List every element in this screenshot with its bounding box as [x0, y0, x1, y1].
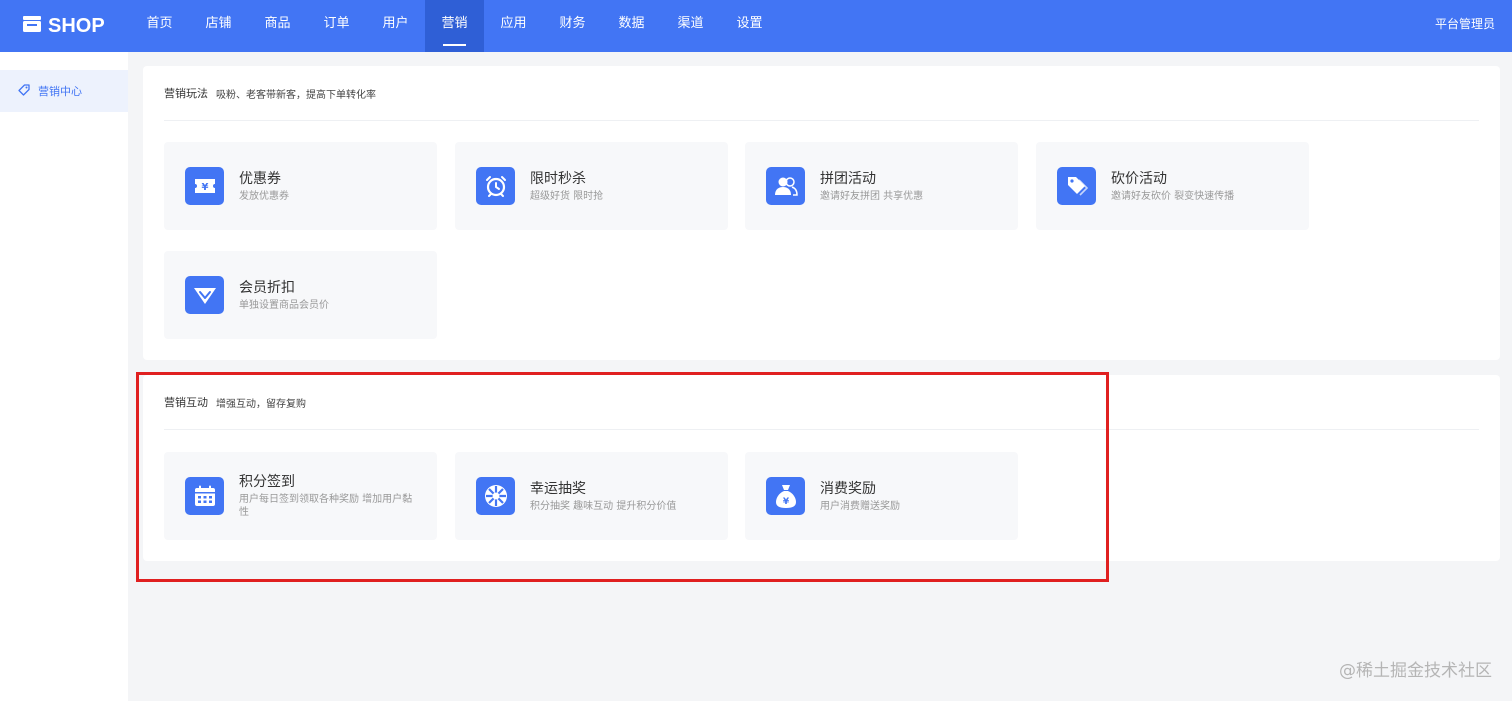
card-desc: 邀请好友砍价 裂变快速传播: [1111, 191, 1235, 202]
marketing-gameplay-section: 营销玩法 吸粉、老客带新客，提高下单转化率 ¥ 优惠券 发放优惠券 限时秒杀 超…: [143, 66, 1500, 360]
nav-item-products[interactable]: 商品: [248, 0, 307, 52]
nav-item-marketing[interactable]: 营销: [425, 0, 484, 52]
card-title: 拼团活动: [820, 171, 876, 187]
section-header: 营销互动 增强互动，留存复购: [164, 375, 1479, 430]
sidebar-item-marketing-center[interactable]: 营销中心: [0, 70, 128, 112]
card-desc: 用户每日签到领取各种奖励 增加用户黏性: [239, 494, 413, 518]
section-title: 营销玩法: [164, 87, 208, 100]
card-group-buy[interactable]: 拼团活动 邀请好友拼团 共享优惠: [745, 142, 1018, 230]
money-bag-icon: ¥: [766, 477, 805, 515]
card-member-discount[interactable]: 会员折扣 单独设置商品会员价: [164, 251, 437, 339]
card-flash-sale[interactable]: 限时秒杀 超级好货 限时抢: [455, 142, 728, 230]
nav-item-orders[interactable]: 订单: [307, 0, 366, 52]
coupon-icon: ¥: [185, 167, 224, 205]
sidebar: 营销中心: [0, 52, 128, 701]
calendar-icon: [185, 477, 224, 515]
section-subtitle: 增强互动，留存复购: [216, 398, 306, 410]
card-title: 消费奖励: [820, 481, 876, 497]
card-bargain[interactable]: 砍价活动 邀请好友砍价 裂变快速传播: [1036, 142, 1309, 230]
logo[interactable]: SHOP: [22, 0, 105, 52]
diamond-icon: [185, 276, 224, 314]
card-desc: 超级好货 限时抢: [530, 191, 604, 202]
nav-item-store[interactable]: 店铺: [189, 0, 248, 52]
card-title: 优惠券: [239, 171, 281, 187]
nav-item-data[interactable]: 数据: [602, 0, 661, 52]
alarm-clock-icon: [476, 167, 515, 205]
card-title: 积分签到: [239, 474, 295, 490]
card-desc: 邀请好友拼团 共享优惠: [820, 191, 924, 202]
logo-text: SHOP: [48, 14, 105, 37]
card-title: 砍价活动: [1111, 171, 1167, 187]
nav-item-settings[interactable]: 设置: [720, 0, 779, 52]
store-icon: [22, 15, 42, 37]
card-desc: 积分抽奖 趣味互动 提升积分价值: [530, 501, 677, 512]
top-navbar: SHOP 首页 店铺 商品 订单 用户 营销 应用 财务 数据 渠道 设置 平台…: [0, 0, 1512, 52]
card-consumption-reward[interactable]: ¥ 消费奖励 用户消费赠送奖励: [745, 452, 1018, 540]
nav-item-home[interactable]: 首页: [130, 0, 189, 52]
card-title: 会员折扣: [239, 280, 295, 296]
section-title: 营销互动: [164, 396, 208, 409]
marketing-interaction-section: 营销互动 增强互动，留存复购 积分签到 用户每日签到领取各种奖励 增加用户黏性: [143, 375, 1500, 561]
nav-item-apps[interactable]: 应用: [484, 0, 543, 52]
card-coupon[interactable]: ¥ 优惠券 发放优惠券: [164, 142, 437, 230]
main-nav: 首页 店铺 商品 订单 用户 营销 应用 财务 数据 渠道 设置: [130, 0, 779, 52]
user-menu[interactable]: 平台管理员: [1435, 0, 1495, 52]
card-desc: 单独设置商品会员价: [239, 300, 329, 311]
watermark: @稀土掘金技术社区: [1339, 661, 1492, 681]
card-lucky-draw[interactable]: 幸运抽奖 积分抽奖 趣味互动 提升积分价值: [455, 452, 728, 540]
card-title: 幸运抽奖: [530, 481, 586, 497]
nav-item-finance[interactable]: 财务: [543, 0, 602, 52]
group-users-icon: [766, 167, 805, 205]
card-points-checkin[interactable]: 积分签到 用户每日签到领取各种奖励 增加用户黏性: [164, 452, 437, 540]
section-header: 营销玩法 吸粉、老客带新客，提高下单转化率: [164, 66, 1479, 121]
card-desc: 用户消费赠送奖励: [820, 501, 900, 512]
svg-text:¥: ¥: [782, 497, 789, 507]
nav-item-users[interactable]: 用户: [366, 0, 425, 52]
tag-icon: [18, 83, 30, 99]
lottery-wheel-icon: [476, 477, 515, 515]
price-tag-icon: [1057, 167, 1096, 205]
section-subtitle: 吸粉、老客带新客，提高下单转化率: [216, 89, 376, 101]
card-desc: 发放优惠券: [239, 191, 289, 202]
nav-item-channels[interactable]: 渠道: [661, 0, 720, 52]
sidebar-item-label: 营销中心: [38, 85, 82, 98]
svg-text:¥: ¥: [201, 182, 208, 193]
card-title: 限时秒杀: [530, 171, 586, 187]
